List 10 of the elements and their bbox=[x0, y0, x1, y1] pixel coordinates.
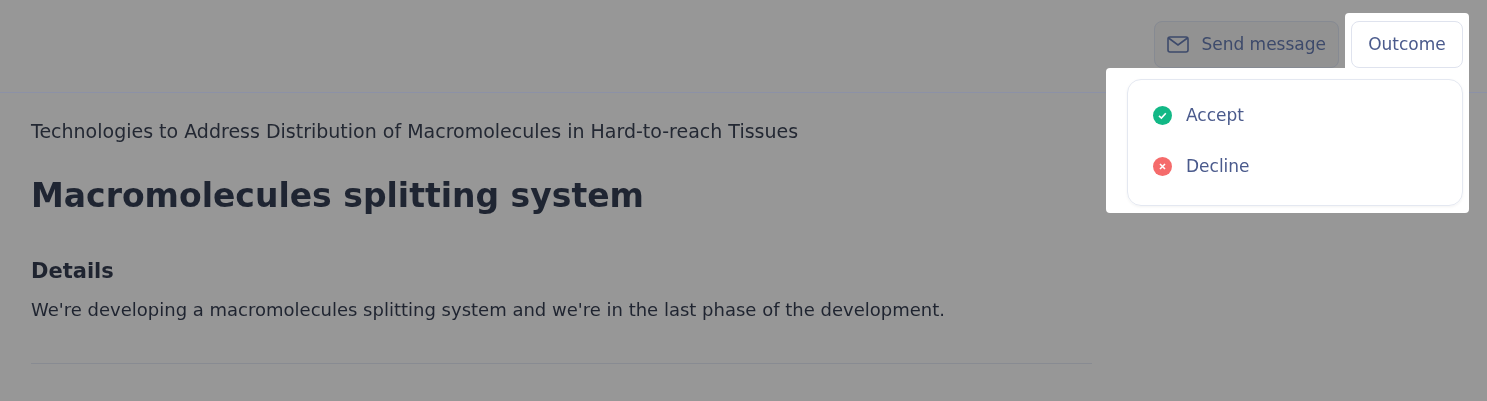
program-name: Technologies to Address Distribution of Macromolecules in Hard-to-reach Tissues bbox=[31, 119, 800, 144]
check-icon bbox=[1153, 106, 1172, 125]
close-icon bbox=[1153, 157, 1172, 176]
outcome-button[interactable]: Outcome bbox=[1351, 21, 1463, 68]
details-text: We're developing a macromolecules splitting system and we're in the last phase of the development. bbox=[31, 298, 946, 323]
mail-icon bbox=[1167, 36, 1190, 53]
menu-item[interactable]: Accept bbox=[1128, 90, 1462, 141]
section-heading: Details bbox=[31, 259, 115, 285]
page-title: Macromolecules splitting system bbox=[31, 175, 645, 216]
menu-item[interactable]: Decline bbox=[1128, 141, 1462, 192]
